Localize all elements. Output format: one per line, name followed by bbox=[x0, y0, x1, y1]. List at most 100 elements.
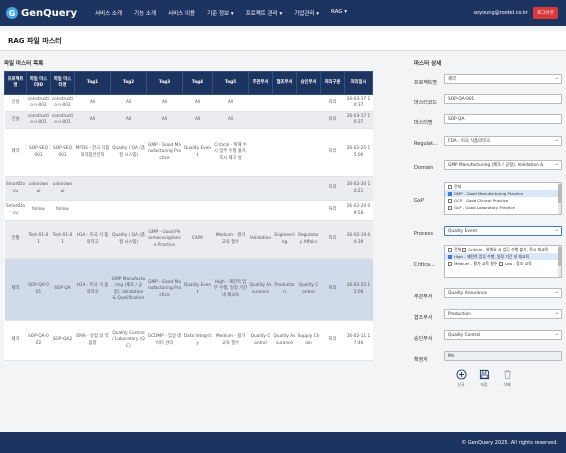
gxp-option-glp[interactable]: GLP - Good Laboratory Practice bbox=[445, 204, 561, 211]
checkbox[interactable] bbox=[448, 205, 452, 210]
regulator-select[interactable]: FDA - 미국 식품의약국 ⌄ bbox=[444, 136, 562, 146]
criticality-multiselect[interactable]: 전체 Critical - 위해요 시 업무 수행 불가, 즉시 재교육 Hig… bbox=[444, 245, 562, 278]
new-button[interactable]: 신규 bbox=[454, 369, 468, 388]
checkbox[interactable] bbox=[462, 247, 467, 252]
table-cell: All bbox=[212, 111, 249, 129]
regulator-label: Regulat... bbox=[414, 141, 438, 147]
master-code-input[interactable]: SOP-QA-001 bbox=[444, 94, 562, 104]
scrollbar[interactable] bbox=[558, 246, 561, 277]
delete-button[interactable]: 삭제 bbox=[500, 369, 514, 388]
page-title: RAG 파일 마스터 bbox=[8, 36, 62, 45]
checkbox[interactable] bbox=[448, 198, 452, 203]
checkbox[interactable] bbox=[448, 261, 452, 266]
column-header: 프로젝트명 bbox=[4, 71, 27, 95]
table-row[interactable]: 전월 Test-01-01 Test-01-01 H1A - 미국 식 품의약국 Qua… bbox=[4, 220, 373, 259]
master-code-label: 마스터코드 bbox=[414, 100, 438, 106]
checkbox[interactable] bbox=[498, 261, 503, 266]
table-cell bbox=[296, 176, 321, 201]
table-cell: constructio n-002 bbox=[50, 94, 75, 112]
table-cell: Quality Control / Laboratory (QC) bbox=[110, 320, 147, 361]
regulator-row: Regulat... FDA - 미국 식품의약국 ⌄ bbox=[414, 136, 562, 147]
nav-item-service-intro[interactable]: 서비스 소개 bbox=[89, 9, 128, 17]
table-row[interactable]: SmartDocu follow follow 처리 26-02-20 09:58 bbox=[4, 200, 373, 221]
checkbox[interactable] bbox=[448, 247, 452, 252]
logo-icon: G bbox=[6, 7, 18, 19]
table-cell bbox=[248, 128, 273, 177]
table-cell: 처리 bbox=[320, 111, 345, 129]
nav-item-rag[interactable]: RAG ▾ bbox=[325, 9, 353, 17]
table-row[interactable]: 건설 constructio n-001 constructio n-001 All A… bbox=[4, 111, 373, 129]
table-cell bbox=[212, 176, 249, 201]
nav-item-master-data[interactable]: 기준 정보 ▾ bbox=[201, 9, 240, 17]
table-row[interactable]: SmartDocu unknownui unknownui 처리 26-02-20 14… bbox=[4, 176, 373, 201]
table-cell bbox=[272, 128, 297, 177]
table-cell: GCDMP - 임상 데이터 관리 bbox=[146, 320, 183, 361]
table-row[interactable]: 제약 SOP-SEO 001 SOP-SEO 001 MFDS - 한국 식품의약품안… bbox=[4, 128, 373, 177]
master-name-input[interactable]: SOP QA bbox=[444, 114, 562, 124]
table-cell: All bbox=[146, 111, 183, 129]
save-button[interactable]: 저장 bbox=[477, 369, 491, 388]
nav-item-service-use[interactable]: 서비스 이용 bbox=[162, 9, 201, 17]
nav-item-project-management[interactable]: 프로젝트 관리 ▾ bbox=[240, 9, 289, 17]
table-body: 건성 constructio n-002 constructio n-002 All A… bbox=[4, 94, 373, 361]
logout-button[interactable]: 로그아웃 bbox=[533, 7, 558, 19]
gxp-option-gmp[interactable]: GMP - Good Manufacturing Practice bbox=[445, 190, 561, 197]
table-row[interactable]: 제약 SOP-QA-001 SOP QA H1A - 미국 식 품의약국 GMP Man… bbox=[4, 258, 373, 321]
table-cell: Critical - 위해 수 시 업무 수행 불가, 즉시 재구 성 bbox=[212, 128, 249, 177]
column-header: 주관부서 bbox=[248, 71, 273, 95]
table-cell bbox=[74, 200, 111, 221]
process-select[interactable]: Quality Event ⌄ bbox=[444, 226, 562, 236]
domain-select[interactable]: GMP Manufacturing (제조 / 공정), Validation … bbox=[444, 160, 562, 170]
table-cell: 제약 bbox=[4, 128, 27, 177]
table-cell: SOP-QA-002 bbox=[26, 320, 51, 361]
table-cell: Quality Control bbox=[248, 320, 273, 361]
chevron-down-icon: ⌄ bbox=[554, 75, 559, 81]
table-cell: SOP-QA-001 bbox=[26, 258, 51, 321]
scrollbar[interactable] bbox=[558, 183, 561, 214]
table-cell: H1A - 미국 식 품의약국 bbox=[74, 220, 111, 259]
gxp-option-all[interactable]: 전체 bbox=[445, 183, 561, 190]
nav-item-company-management[interactable]: 기업관리 ▾ bbox=[288, 9, 325, 17]
trash-icon bbox=[503, 370, 511, 380]
gxp-label: GxP bbox=[414, 198, 424, 204]
table-cell: High - 제한적 업무 수행, 일정 기간 내 재교육 bbox=[212, 258, 249, 321]
plus-circle-icon bbox=[455, 369, 467, 380]
app-logo[interactable]: G GenQuery bbox=[6, 7, 77, 19]
table-cell bbox=[110, 176, 147, 201]
table-row[interactable]: 건성 constructio n-002 constructio n-002 All A… bbox=[4, 94, 373, 112]
chevron-down-icon: ⌄ bbox=[554, 310, 559, 316]
criticality-option-high[interactable]: High - 제한적 업무 수행, 일정 기간 내 재교육 bbox=[445, 253, 561, 260]
table-cell: All bbox=[182, 111, 213, 129]
table-header-row: 프로젝트명 파일 마스터ID 파일 마스터명 Tag1 Tag2 Tag3 Tag4 Tag5… bbox=[4, 71, 373, 95]
table-cell: unknownui bbox=[50, 176, 75, 201]
top-navigation-bar: G GenQuery 서비스 소개 기능 소개 서비스 이용 기준 정보 ▾ 프… bbox=[0, 0, 566, 26]
checkbox[interactable] bbox=[448, 184, 452, 189]
checkbox-checked[interactable] bbox=[448, 191, 452, 196]
owner-dept-select[interactable]: Quality Assurance ⌄ bbox=[444, 288, 562, 298]
nav-item-feature-intro[interactable]: 기능 소개 bbox=[128, 9, 162, 17]
gxp-multiselect[interactable]: 전체 GMP - Good Manufacturing Practice GCP… bbox=[444, 182, 562, 215]
criticality-option-all[interactable]: 전체 Critical - 위해요 시 업무 수행 불가, 즉시 재교육 bbox=[445, 246, 561, 253]
project-select[interactable]: 제약 ⌄ bbox=[444, 74, 562, 84]
approve-dept-label: 승인부서 bbox=[414, 336, 433, 342]
domain-label: Domain bbox=[414, 165, 434, 171]
table-cell bbox=[182, 176, 213, 201]
table-cell bbox=[296, 94, 321, 112]
table-cell: Supply Chain bbox=[296, 320, 321, 361]
table-row[interactable]: 제약 SOP-QA-002 SOP-QA2 EMA - 유럽 의 약품청 Quality… bbox=[4, 320, 373, 361]
table-cell bbox=[296, 200, 321, 221]
table-cell: All bbox=[74, 111, 111, 129]
table-cell bbox=[212, 200, 249, 221]
approve-dept-select[interactable]: Quality Control ⌄ bbox=[444, 330, 562, 340]
coop-dept-select[interactable]: Production ⌄ bbox=[444, 309, 562, 319]
table-cell: Quality Control bbox=[296, 258, 321, 321]
new-button-label: 신규 bbox=[457, 382, 465, 387]
table-cell: constructio n-001 bbox=[50, 111, 75, 129]
column-header: 처리구분 bbox=[320, 71, 345, 95]
table-cell: 26-02-19 04:39 bbox=[344, 220, 373, 259]
gxp-option-gcp[interactable]: GCP - Good Clinical Practice bbox=[445, 197, 561, 204]
table-cell: SmartDocu bbox=[4, 176, 27, 201]
criticality-label: Critica... bbox=[414, 262, 435, 268]
checkbox-checked[interactable] bbox=[448, 254, 452, 259]
criticality-option-medium[interactable]: Medium - 평가 교육 필수 Low - 참조 교육 bbox=[445, 260, 561, 267]
